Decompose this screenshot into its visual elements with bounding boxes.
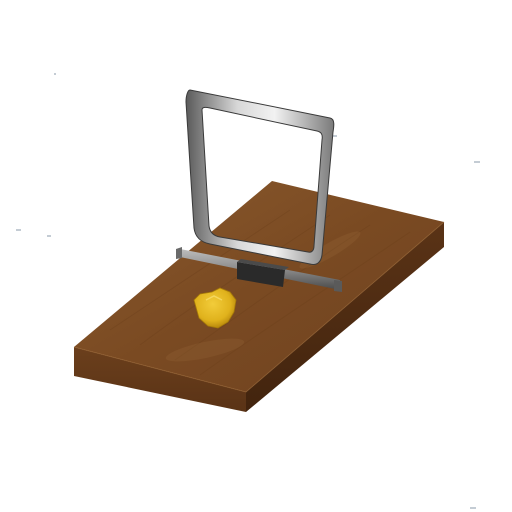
mousetrap-scene — [16, 73, 480, 509]
wooden-base — [73, 181, 445, 412]
